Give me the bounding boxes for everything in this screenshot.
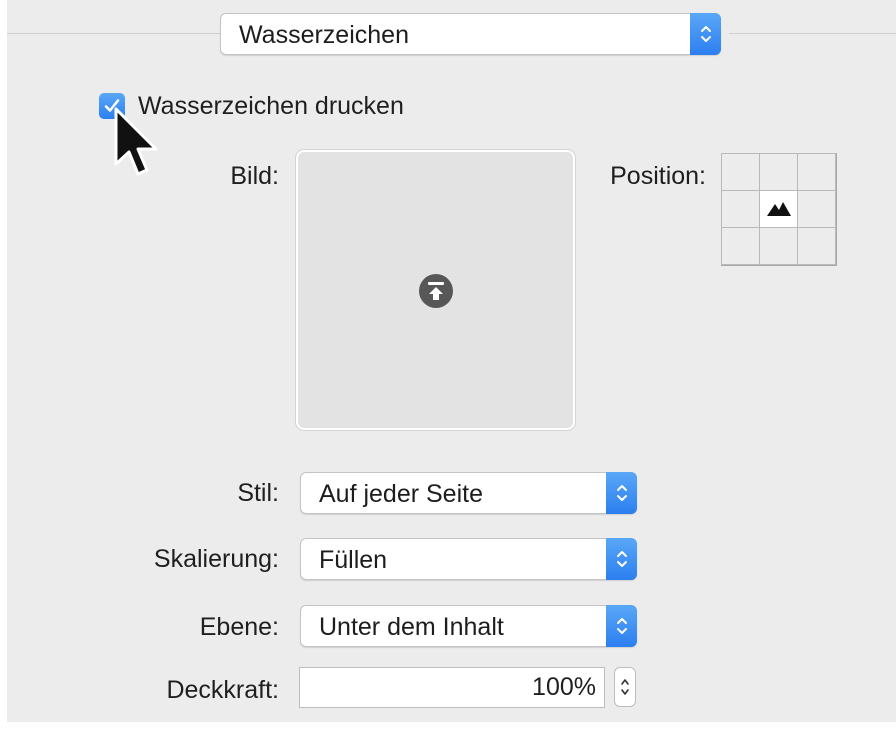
position-cell-top-center[interactable] xyxy=(759,153,798,191)
chevron-updown-icon xyxy=(621,679,629,695)
image-drop-area[interactable] xyxy=(296,150,575,430)
layer-label: Ebene: xyxy=(199,613,279,641)
position-cell-bottom-center[interactable] xyxy=(759,227,798,265)
image-label: Bild: xyxy=(230,162,279,190)
scaling-popup-value: Füllen xyxy=(319,546,388,574)
chevron-updown-icon xyxy=(606,605,637,647)
position-cell-bottom-right[interactable] xyxy=(797,227,836,265)
position-cell-top-left[interactable] xyxy=(721,153,760,191)
layer-popup[interactable]: Unter dem Inhalt xyxy=(300,605,637,647)
position-grid[interactable] xyxy=(721,153,837,266)
section-popup-value: Wasserzeichen xyxy=(239,21,409,49)
position-label: Position: xyxy=(610,162,706,190)
position-cell-middle-left[interactable] xyxy=(721,190,760,228)
style-label: Stil: xyxy=(237,479,279,507)
mouse-pointer-icon xyxy=(114,107,158,176)
upload-icon[interactable] xyxy=(418,273,454,309)
mountain-icon xyxy=(766,202,791,216)
chevron-updown-icon xyxy=(606,472,637,514)
position-cell-middle-right[interactable] xyxy=(797,190,836,228)
opacity-stepper[interactable] xyxy=(614,667,636,707)
position-cell-middle-center[interactable] xyxy=(759,190,798,228)
scaling-label: Skalierung: xyxy=(153,545,279,573)
chevron-updown-icon xyxy=(690,13,721,55)
chevron-updown-icon xyxy=(606,538,637,580)
layer-popup-value: Unter dem Inhalt xyxy=(319,613,504,641)
print-watermark-label[interactable]: Wasserzeichen drucken xyxy=(138,92,404,121)
separator-left xyxy=(7,33,220,34)
style-popup-value: Auf jeder Seite xyxy=(319,480,483,508)
style-popup[interactable]: Auf jeder Seite xyxy=(300,472,637,514)
section-popup[interactable]: Wasserzeichen xyxy=(220,13,721,55)
opacity-field[interactable]: 100% xyxy=(299,667,605,708)
scaling-popup[interactable]: Füllen xyxy=(300,538,637,580)
opacity-label: Deckkraft: xyxy=(166,676,279,704)
position-cell-top-right[interactable] xyxy=(797,153,836,191)
separator-right xyxy=(729,33,896,34)
position-cell-bottom-left[interactable] xyxy=(721,227,760,265)
